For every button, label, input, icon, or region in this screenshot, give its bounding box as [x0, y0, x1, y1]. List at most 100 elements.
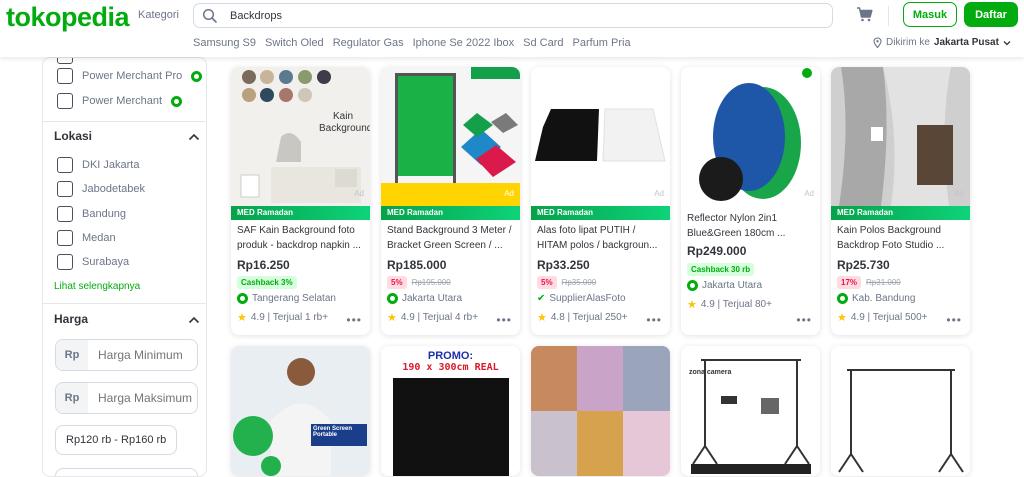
product-photo — [681, 346, 820, 476]
more-options-icon[interactable]: ••• — [946, 313, 962, 327]
product-rating: ★ 4.9 | Terjual 80+ — [687, 298, 772, 311]
checkbox[interactable] — [57, 206, 73, 222]
product-image[interactable]: PROMO: 190 x 300cm REAL — [381, 346, 520, 476]
top-header: tokopedia Kategori Masuk Daftar Samsung … — [0, 0, 1024, 57]
checkbox[interactable] — [57, 68, 73, 84]
product-image[interactable]: Ad — [531, 67, 670, 206]
shop-location: Jakarta Utara — [387, 293, 462, 304]
star-icon: ★ — [387, 312, 397, 324]
ad-tag: Ad — [504, 189, 514, 198]
max-price-field[interactable]: Rp — [55, 382, 198, 414]
filter-option-power-merchant-pro[interactable]: Power Merchant Pro — [57, 68, 203, 84]
product-image[interactable]: Ad — [831, 67, 970, 206]
more-options-icon[interactable]: ••• — [346, 313, 362, 327]
search-input[interactable] — [230, 6, 810, 25]
image-overlay-text: Green Screen Portable — [313, 426, 353, 438]
harga-title: Harga — [54, 312, 89, 326]
product-name[interactable]: Alas foto lipat PUTIH / HITAM polos / ba… — [537, 223, 664, 253]
max-price-input[interactable] — [88, 391, 196, 405]
original-price: Rp31.000 — [866, 278, 901, 287]
more-options-icon[interactable]: ••• — [646, 313, 662, 327]
keyword-link[interactable]: Samsung S9 — [193, 37, 256, 49]
product-image[interactable]: Ad — [681, 67, 820, 206]
keyword-link[interactable]: Regulator Gas — [333, 37, 404, 49]
cart-icon[interactable] — [856, 6, 873, 23]
product-rating: ★ 4.9 | Terjual 1 rb+ — [237, 311, 328, 324]
location-option[interactable]: Surabaya — [57, 254, 129, 270]
price-range-chip[interactable]: Rp120 rb - Rp160 rb — [55, 425, 178, 455]
product-image[interactable] — [831, 346, 970, 476]
tokopedia-logo[interactable]: tokopedia — [6, 2, 130, 33]
product-name[interactable]: Reflector Nylon 2in1 Blue&Green 180cm ..… — [687, 211, 814, 241]
checkbox[interactable] — [57, 157, 73, 173]
rating-text: 4.9 | Terjual 80+ — [700, 299, 772, 310]
product-card[interactable]: Ad Reflector Nylon 2in1 Blue&Green 180cm… — [681, 67, 820, 335]
image-overlay-text: zona camera — [689, 369, 732, 376]
location-option[interactable]: Jabodetabek — [57, 181, 145, 197]
location-label: DKI Jakarta — [82, 159, 140, 171]
rating-text: 4.9 | Terjual 1 rb+ — [250, 312, 329, 323]
product-card[interactable] — [831, 346, 970, 476]
power-merchant-pro-badge-icon — [191, 70, 203, 82]
product-rating: ★ 4.9 | Terjual 500+ — [837, 311, 928, 324]
delivery-location[interactable]: Dikirim ke Jakarta Pusat — [873, 37, 1011, 48]
product-card[interactable]: Kain Background Ad MED Ramadan SAF Kain … — [231, 67, 370, 335]
header-divider — [888, 6, 889, 26]
product-name[interactable]: Stand Background 3 Meter / Bracket Green… — [387, 223, 514, 253]
product-card[interactable]: Ad MED Ramadan Kain Polos Background Bac… — [831, 67, 970, 335]
product-card[interactable]: zona camera — [681, 346, 820, 476]
product-name[interactable]: Kain Polos Background Backdrop Foto Stud… — [837, 223, 964, 253]
promo-line-2: 190 x 300cm REAL — [402, 362, 499, 373]
keyword-link[interactable]: Sd Card — [523, 37, 563, 49]
checkbox[interactable] — [57, 58, 73, 64]
checkbox[interactable] — [57, 181, 73, 197]
star-icon: ★ — [237, 312, 247, 324]
location-option[interactable]: DKI Jakarta — [57, 157, 139, 173]
product-image[interactable]: Green Screen Portable — [231, 346, 370, 476]
keyword-link[interactable]: Parfum Pria — [573, 37, 631, 49]
discount-row: 5% Rp35.000 — [537, 276, 596, 289]
product-image[interactable]: zona camera — [681, 346, 820, 476]
product-card[interactable]: PROMO: 190 x 300cm REAL — [381, 346, 520, 476]
min-price-field[interactable]: Rp — [55, 339, 198, 371]
product-rating: ★ 4.9 | Terjual 4 rb+ — [387, 311, 478, 324]
filter-option[interactable] — [57, 58, 73, 64]
checkbox[interactable] — [57, 254, 73, 270]
search-box[interactable] — [193, 3, 833, 28]
promo-label: MED Ramadan — [231, 206, 370, 220]
see-more-link[interactable]: Lihat selengkapnya — [54, 281, 140, 292]
login-button[interactable]: Masuk — [903, 2, 957, 27]
product-card[interactable]: Ad MED Ramadan Alas foto lipat PUTIH / H… — [531, 67, 670, 335]
keyword-link[interactable]: Iphone Se 2022 Ibox — [413, 37, 515, 49]
product-rating: ★ 4.8 | Terjual 250+ — [537, 311, 628, 324]
location-option[interactable]: Medan — [57, 230, 116, 246]
product-photo — [531, 346, 670, 476]
product-card[interactable]: Ad MED Ramadan Stand Background 3 Meter … — [381, 67, 520, 335]
location-option[interactable]: Bandung — [57, 206, 126, 222]
more-options-icon[interactable]: ••• — [796, 313, 812, 327]
product-photo — [681, 67, 820, 206]
star-icon: ★ — [687, 299, 697, 311]
price-range-chip[interactable] — [55, 468, 198, 476]
product-image[interactable]: Ad — [381, 67, 520, 206]
product-card[interactable] — [531, 346, 670, 476]
product-card[interactable]: Green Screen Portable — [231, 346, 370, 476]
checkbox[interactable] — [57, 93, 73, 109]
filter-option-power-merchant[interactable]: Power Merchant — [57, 93, 183, 109]
chevron-down-icon — [1003, 40, 1011, 45]
location-pin-icon — [873, 37, 882, 48]
product-name[interactable]: SAF Kain Background foto produk - backdr… — [237, 223, 364, 253]
product-photo — [231, 346, 370, 476]
product-image[interactable]: Kain Background Ad — [231, 67, 370, 206]
more-options-icon[interactable]: ••• — [496, 313, 512, 327]
chevron-up-icon[interactable] — [188, 133, 200, 141]
register-button[interactable]: Daftar — [964, 2, 1018, 27]
kategori-link[interactable]: Kategori — [138, 9, 179, 21]
location-label: Jabodetabek — [82, 183, 145, 195]
lokasi-title: Lokasi — [54, 129, 93, 143]
keyword-link[interactable]: Switch Oled — [265, 37, 324, 49]
checkbox[interactable] — [57, 230, 73, 246]
min-price-input[interactable] — [88, 348, 196, 362]
product-image[interactable] — [531, 346, 670, 476]
chevron-up-icon[interactable] — [188, 316, 200, 324]
